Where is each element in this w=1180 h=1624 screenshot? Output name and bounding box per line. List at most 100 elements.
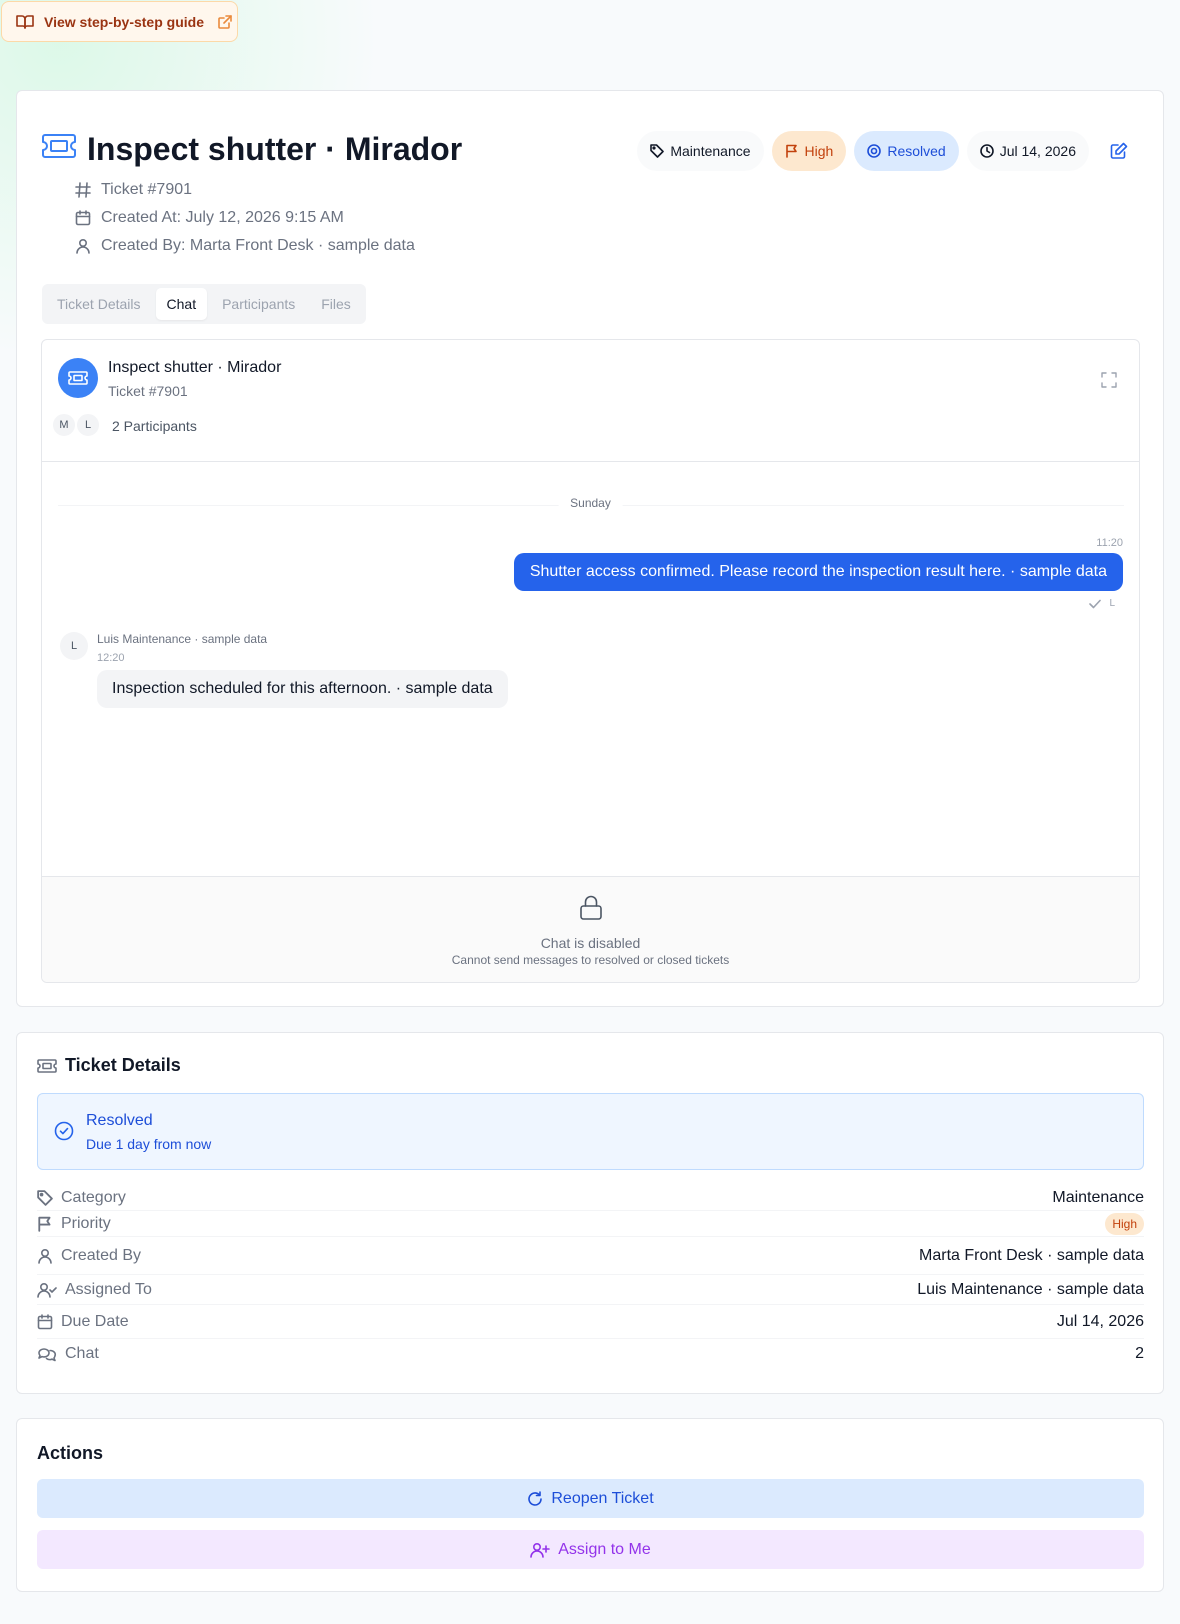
message-bubble-outgoing: Shutter access confirmed. Please record … — [513, 553, 1123, 591]
chat-disabled-title: Chat is disabled — [540, 935, 641, 951]
detail-row-chat: Chat 2 — [37, 1339, 1144, 1369]
edit-icon — [1110, 142, 1128, 160]
calendar-icon — [37, 1313, 53, 1330]
reopen-ticket-label: Reopen Ticket — [551, 1489, 654, 1507]
expand-button[interactable] — [1101, 372, 1117, 388]
ticket-number-text: Ticket #7901 — [101, 181, 193, 198]
user-check-icon — [37, 1282, 57, 1298]
chat-header: Inspect shutter · Mirador Ticket #7901 M… — [42, 340, 1139, 462]
created-at-text: Created At: July 12, 2026 9:15 AM — [101, 209, 344, 226]
check-circle-icon — [54, 1121, 74, 1141]
sender-avatar: L — [60, 632, 88, 660]
participant-avatar[interactable]: L — [76, 413, 100, 437]
target-icon — [867, 144, 882, 158]
detail-label: Priority — [61, 1214, 111, 1232]
hash-icon — [75, 182, 91, 198]
sender-name: Luis Maintenance · sample data — [97, 632, 268, 646]
book-icon — [16, 14, 34, 30]
category-badge: Maintenance — [637, 131, 764, 171]
priority-badge-label: High — [804, 143, 834, 159]
actions-card: Actions Reopen Ticket Assign to Me — [16, 1418, 1164, 1592]
detail-label: Category — [61, 1188, 126, 1206]
lock-icon — [579, 895, 603, 921]
participant-count[interactable]: 2 Participants — [112, 418, 197, 434]
flag-icon — [37, 1216, 53, 1232]
user-icon — [37, 1248, 53, 1264]
created-by-text: Created By: Marta Front Desk · sample da… — [101, 237, 415, 254]
chat-bubbles-icon — [37, 1346, 57, 1362]
assign-to-me-button[interactable]: Assign to Me — [37, 1530, 1144, 1569]
user-plus-icon — [530, 1542, 551, 1558]
edit-button[interactable] — [1101, 133, 1137, 169]
ticket-tabs: Ticket Details Chat Participants Files — [42, 284, 366, 324]
detail-row-priority: Priority High — [37, 1211, 1144, 1237]
ticket-badges: Maintenance High Resolved Jul 14, 2026 — [637, 131, 1137, 171]
due-date-badge-label: Jul 14, 2026 — [999, 143, 1076, 159]
user-icon — [75, 238, 91, 254]
status-title: Resolved — [86, 1112, 153, 1129]
read-receipt: L — [1089, 598, 1115, 609]
detail-row-category: Category Maintenance — [37, 1185, 1144, 1211]
ticket-card: Inspect shutter · Mirador Ticket #7901 C… — [16, 90, 1164, 1007]
external-link-icon — [218, 14, 232, 29]
flag-icon — [785, 144, 799, 158]
ticket-icon — [37, 1058, 57, 1073]
details-title-text: Ticket Details — [65, 1055, 181, 1075]
page-title: Inspect shutter · Mirador — [87, 131, 463, 167]
chat-subtitle: Ticket #7901 — [108, 383, 188, 399]
detail-label: Due Date — [61, 1312, 129, 1330]
check-icon — [1089, 599, 1102, 609]
participant-avatar[interactable]: M — [52, 413, 76, 437]
tab-chat[interactable]: Chat — [155, 288, 208, 320]
chat-title: Inspect shutter · Mirador — [108, 359, 282, 376]
detail-value: Jul 14, 2026 — [1056, 1312, 1144, 1330]
actions-title: Actions — [37, 1443, 104, 1463]
ticket-icon — [41, 133, 77, 159]
detail-row-due-date: Due Date Jul 14, 2026 — [37, 1305, 1144, 1339]
tab-ticket-details[interactable]: Ticket Details — [46, 288, 152, 320]
detail-row-assigned-to: Assigned To Luis Maintenance · sample da… — [37, 1275, 1144, 1305]
priority-badge: High — [771, 131, 847, 171]
refresh-icon — [527, 1490, 543, 1507]
ticket-number: Ticket #7901 — [75, 181, 192, 199]
created-at: Created At: July 12, 2026 9:15 AM — [75, 209, 344, 227]
detail-row-created-by: Created By Marta Front Desk · sample dat… — [37, 1237, 1144, 1275]
chat-avatar — [58, 358, 98, 398]
detail-value: Maintenance — [1052, 1188, 1144, 1206]
ticket-icon — [68, 371, 88, 385]
tab-participants[interactable]: Participants — [211, 288, 306, 320]
detail-value: 2 — [1135, 1345, 1144, 1362]
chat-disabled-subtitle: Cannot send messages to resolved or clos… — [451, 953, 730, 967]
status-due: Due 1 day from now — [86, 1136, 212, 1152]
tag-icon — [37, 1189, 53, 1206]
chat-panel: Inspect shutter · Mirador Ticket #7901 M… — [41, 339, 1140, 983]
detail-value: Marta Front Desk · sample data — [919, 1246, 1144, 1264]
category-badge-label: Maintenance — [670, 143, 751, 159]
read-by-initial: L — [1109, 598, 1115, 609]
message-time: 11:20 — [1096, 537, 1123, 549]
detail-label: Assigned To — [65, 1280, 152, 1298]
detail-label: Chat — [65, 1345, 99, 1362]
status-badge-label: Resolved — [887, 143, 946, 159]
tab-files[interactable]: Files — [310, 288, 362, 320]
status-summary: Resolved Due 1 day from now — [37, 1093, 1144, 1170]
view-guide-button[interactable]: View step-by-step guide — [1, 1, 238, 42]
chat-disabled-notice: Chat is disabled Cannot send messages to… — [42, 876, 1139, 982]
clock-icon — [979, 144, 994, 158]
created-by: Created By: Marta Front Desk · sample da… — [75, 237, 415, 255]
day-label: Sunday — [558, 496, 623, 510]
assign-to-me-label: Assign to Me — [558, 1540, 651, 1558]
ticket-details-card: Ticket Details Resolved Due 1 day from n… — [16, 1032, 1164, 1394]
message-time: 12:20 — [97, 652, 125, 664]
guide-label: View step-by-step guide — [44, 13, 204, 30]
due-date-badge: Jul 14, 2026 — [966, 131, 1089, 171]
reopen-ticket-button[interactable]: Reopen Ticket — [37, 1479, 1144, 1518]
detail-label: Created By — [61, 1246, 142, 1264]
message-bubble-incoming: Inspection scheduled for this afternoon.… — [97, 670, 508, 708]
status-badge: Resolved — [854, 131, 959, 171]
tag-icon — [650, 144, 665, 158]
calendar-icon — [75, 210, 91, 226]
detail-value: Luis Maintenance · sample data — [917, 1280, 1144, 1298]
details-title: Ticket Details — [37, 1055, 181, 1076]
priority-pill: High — [1105, 1212, 1144, 1235]
